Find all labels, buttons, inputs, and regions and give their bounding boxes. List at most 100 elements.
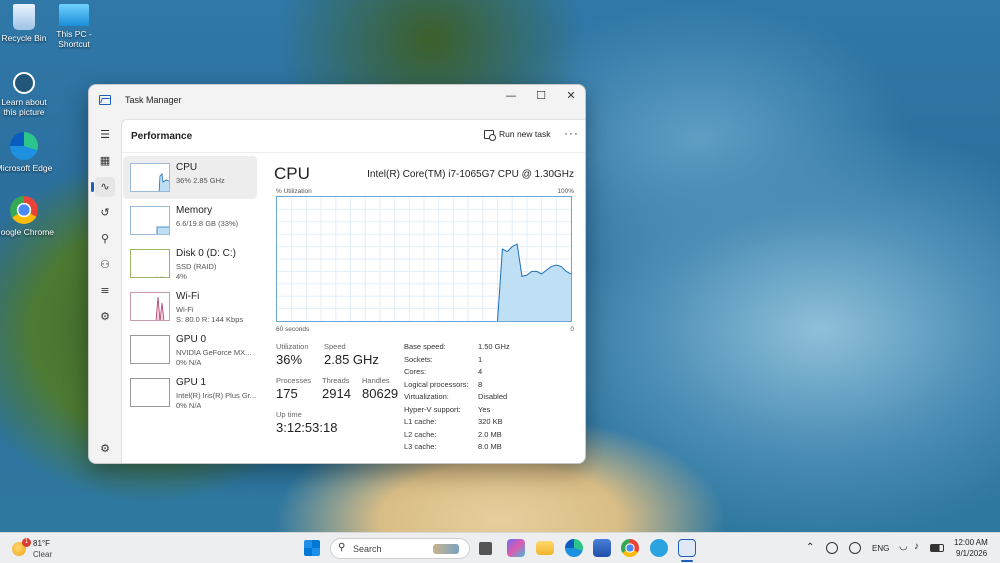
spec-key: Logical processors:	[404, 379, 469, 389]
maximize-button[interactable]: ☐	[526, 87, 556, 107]
clock-date[interactable]: 9/1/2026	[956, 549, 987, 558]
resource-detail-2: 0% N/A	[176, 358, 202, 367]
title-bar[interactable]: Task Manager — ☐ ✕	[89, 85, 585, 117]
desktop-icon-label: Recycle Bin	[1, 33, 47, 43]
speed-label: Speed	[324, 342, 346, 351]
cpu-title: CPU	[274, 164, 310, 183]
graph-x-left-label: 60 seconds	[276, 326, 310, 333]
spec-value: 1.50 GHz	[478, 342, 510, 351]
store-icon[interactable]	[593, 539, 611, 557]
spec-key: Sockets:	[404, 354, 433, 364]
more-options-button[interactable]: ···	[564, 126, 579, 140]
task-view-icon[interactable]	[479, 542, 492, 555]
app-history-icon[interactable]: ↺	[95, 203, 115, 223]
start-button[interactable]	[304, 540, 320, 556]
memory-thumbnail-graph	[130, 206, 170, 235]
hamburger-icon[interactable]: ☰	[95, 125, 115, 145]
desktop-icon-edge[interactable]: Microsoft Edge	[0, 132, 54, 173]
spec-value: 2.0 MB	[478, 429, 502, 439]
performance-icon[interactable]: ∿	[91, 177, 115, 197]
battery-icon[interactable]	[930, 544, 944, 552]
edge-taskbar-icon[interactable]	[565, 539, 583, 557]
search-placeholder: Search	[353, 544, 382, 554]
resource-detail: SSD (RAID)	[176, 262, 217, 271]
resource-detail: NVIDIA GeForce MX...	[176, 348, 252, 357]
copilot-icon[interactable]	[507, 539, 525, 557]
resource-item-wifi[interactable]: Wi-Fi Wi-Fi S: 80.0 R: 144 Kbps	[123, 285, 257, 328]
resource-name: Wi-Fi	[176, 291, 200, 302]
spec-key: Cores:	[404, 367, 427, 376]
gpu0-thumbnail-graph	[130, 335, 170, 364]
spec-value: Yes	[478, 404, 491, 414]
this-pc-icon	[59, 4, 89, 26]
services-icon[interactable]: ⚙	[95, 307, 115, 327]
spec-key: Virtualization:	[404, 392, 449, 401]
spec-key: Base speed:	[404, 342, 446, 351]
resource-name: Memory	[176, 205, 213, 216]
weather-alert-badge: 1	[22, 538, 31, 547]
resource-detail: 6.6/19.8 GB (33%)	[176, 219, 239, 228]
weather-description: Clear	[33, 550, 53, 559]
sync-status-icon[interactable]	[826, 542, 838, 554]
startup-apps-icon[interactable]: ⚲	[95, 229, 115, 249]
desktop-icon-label: Google Chrome	[0, 227, 55, 237]
processes-label: Processes	[276, 376, 312, 385]
learn-about-picture-icon	[13, 72, 35, 94]
resource-detail-2: 4%	[176, 272, 187, 281]
weather-widget[interactable]: 1 81°F Clear	[10, 537, 70, 561]
utilization-label: Utilization	[276, 342, 309, 351]
utilization-value: 36%	[276, 352, 303, 367]
run-new-task-button[interactable]: Run new task	[484, 129, 551, 141]
threads-value: 2914	[322, 386, 351, 401]
notifications-off-icon[interactable]	[849, 542, 861, 554]
spec-value: 1	[478, 354, 483, 364]
cpu-utilization-graph	[276, 196, 572, 322]
active-app-indicator	[681, 560, 693, 562]
users-icon[interactable]: ⚇	[95, 255, 115, 275]
processes-value: 175	[276, 386, 298, 401]
telegram-icon[interactable]	[650, 539, 668, 557]
wifi-icon[interactable]: ◡	[899, 541, 908, 552]
resource-item-cpu[interactable]: CPU 36% 2.85 GHz	[123, 156, 257, 199]
chrome-taskbar-icon[interactable]	[621, 539, 639, 557]
cpu-model-name: Intel(R) Core(TM) i7-1065G7 CPU @ 1.30GH…	[367, 169, 574, 180]
show-hidden-icons-chevron[interactable]: ⌃	[806, 542, 814, 553]
desktop-icon-chrome[interactable]: Google Chrome	[0, 196, 54, 237]
gpu1-thumbnail-graph	[130, 378, 170, 407]
handles-label: Handles	[362, 376, 390, 385]
processes-icon[interactable]: ▦	[95, 151, 115, 171]
spec-value: 320 KB	[478, 417, 503, 426]
resource-item-gpu1[interactable]: GPU 1 Intel(R) Iris(R) Plus Gr... 0% N/A	[123, 371, 257, 414]
language-indicator[interactable]: ENG	[872, 544, 889, 553]
clock-time[interactable]: 12:00 AM	[954, 538, 988, 547]
resource-item-disk[interactable]: Disk 0 (D: C:) SSD (RAID) 4%	[123, 242, 257, 285]
spec-value: 8	[478, 379, 483, 389]
file-explorer-icon[interactable]	[536, 541, 554, 555]
task-manager-icon	[99, 95, 111, 105]
details-icon[interactable]: ≡	[95, 281, 115, 301]
graph-x-right-label: 0	[570, 326, 574, 333]
resource-item-memory[interactable]: Memory 6.6/19.8 GB (33%)	[123, 199, 257, 242]
resource-item-gpu0[interactable]: GPU 0 NVIDIA GeForce MX... 0% N/A	[123, 328, 257, 371]
desktop-icon-label: Learn about this picture	[1, 97, 47, 117]
threads-label: Threads	[322, 376, 350, 385]
volume-icon[interactable]: ♪	[914, 541, 919, 552]
resource-name: Disk 0 (D: C:)	[176, 248, 236, 259]
taskbar-search-box[interactable]: ⚲ Search	[330, 538, 470, 559]
handles-value: 80629	[362, 386, 399, 401]
resource-detail: 36% 2.85 GHz	[176, 176, 225, 185]
resource-detail: Intel(R) Iris(R) Plus Gr...	[176, 391, 257, 400]
spec-value: 4	[478, 367, 483, 376]
settings-icon[interactable]: ⚙	[95, 439, 115, 459]
cpu-thumbnail-graph	[130, 163, 170, 192]
desktop-icon-label: This PC - Shortcut	[56, 29, 92, 49]
speed-value: 2.85 GHz	[324, 352, 379, 367]
desktop-icon-learn-picture[interactable]: Learn about this picture	[0, 72, 54, 117]
desktop-icon-this-pc[interactable]: This PC - Shortcut	[44, 4, 104, 49]
minimize-button[interactable]: —	[496, 87, 526, 107]
weather-temperature: 81°F	[33, 539, 50, 548]
resource-detail: Wi-Fi	[176, 305, 194, 314]
task-manager-taskbar-icon[interactable]	[678, 539, 696, 557]
close-button[interactable]: ✕	[556, 87, 585, 107]
spec-key: Hyper-V support:	[404, 404, 461, 414]
